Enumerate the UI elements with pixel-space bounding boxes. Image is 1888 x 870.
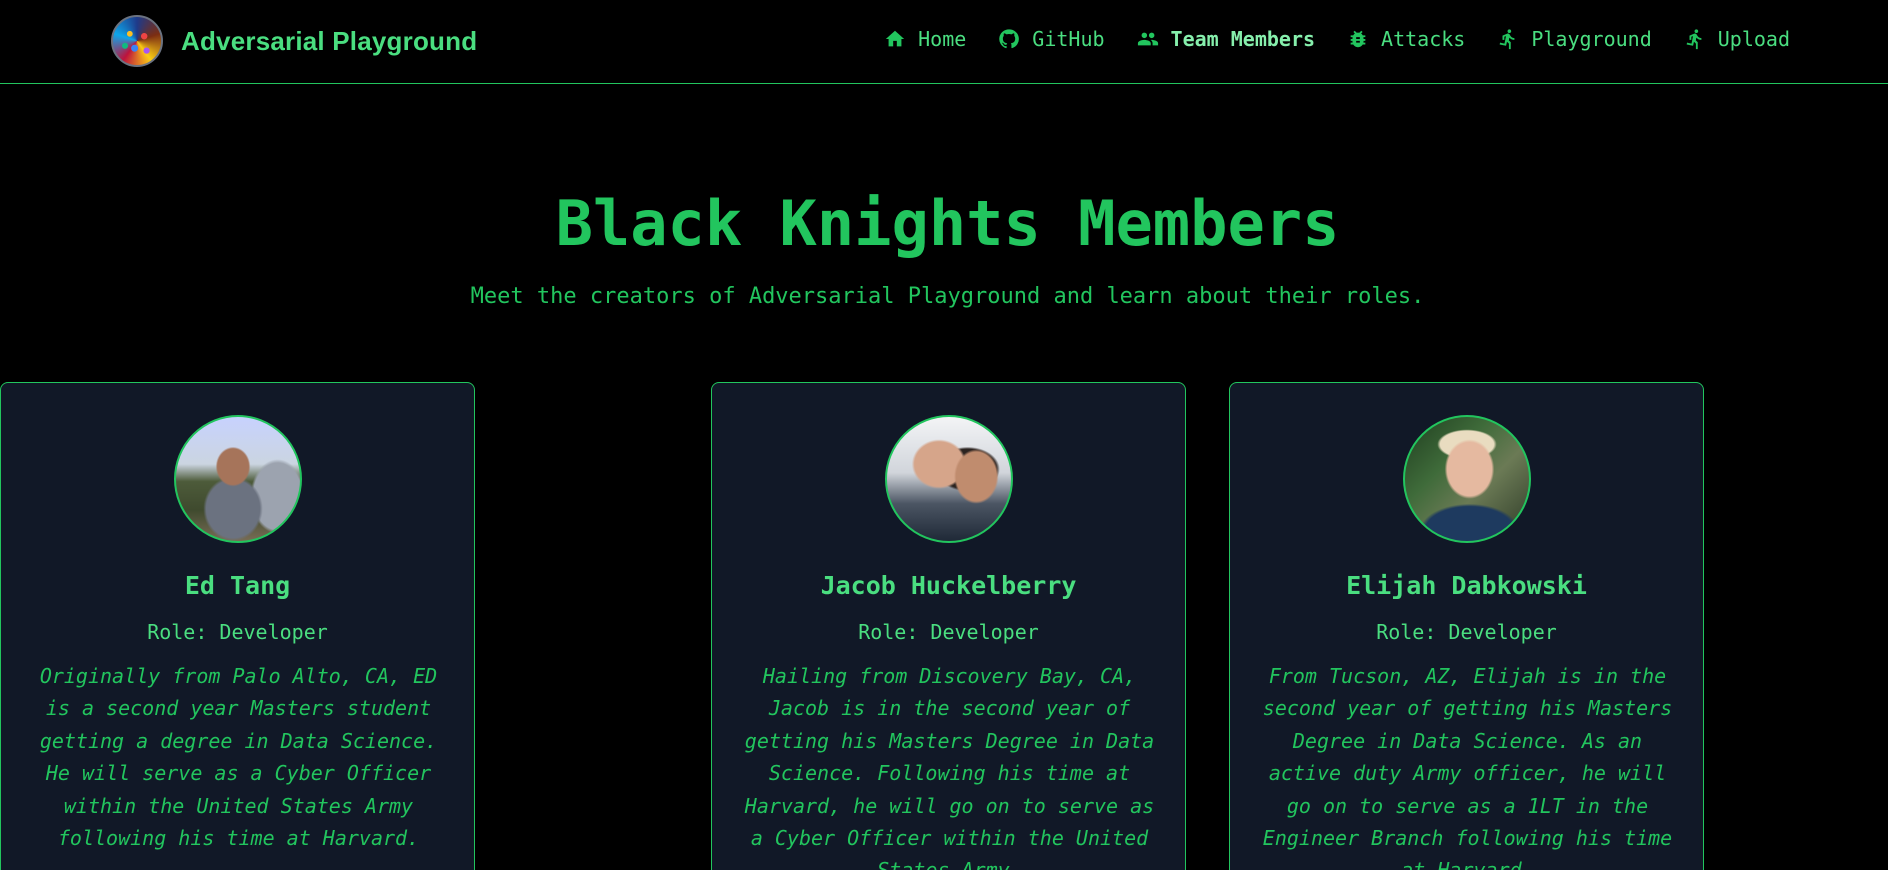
nav-attacks-label: Attacks [1381,27,1466,51]
home-icon [885,30,905,47]
page-title: Black Knights Members [555,187,1340,260]
bug-icon [1350,30,1366,48]
page-subtitle: Meet the creators of Adversarial Playgro… [470,284,1425,309]
brand-link[interactable]: Adversarial Playground [111,15,477,67]
nav-playground-label: Playground [1531,27,1652,51]
nav-attacks-link[interactable]: Attacks [1347,27,1465,51]
nav-github-link[interactable]: GitHub [998,27,1105,51]
member-role: Role: Developer [1376,620,1557,644]
member-name: Elijah Dabkowski [1346,571,1587,600]
member-name: Jacob Huckelberry [820,571,1077,600]
running-person-icon [1499,29,1515,50]
top-navbar: Adversarial Playground Home GitHub Team … [0,0,1888,84]
nav-github-label: GitHub [1032,27,1105,51]
member-role: Role: Developer [147,620,328,644]
member-avatar [1403,415,1531,543]
member-card: Ed Tang Role: Developer Originally from … [0,382,475,870]
nav-team-members-link[interactable]: Team Members [1137,27,1316,51]
member-card: Jacob Huckelberry Role: Developer Hailin… [711,382,1186,870]
nav-upload-label: Upload [1717,27,1790,51]
nav-home-label: Home [918,27,967,51]
running-person-icon [1686,29,1702,50]
member-avatar [174,415,302,543]
member-bio: Originally from Palo Alto, CA, ED is a s… [39,664,438,851]
member-bio: Hailing from Discovery Bay, CA, Jacob is… [744,664,1155,870]
nav-team-members-label: Team Members [1170,27,1316,51]
playground-logo-icon [111,15,163,67]
member-avatar [885,415,1013,543]
member-card: Elijah Dabkowski Role: Developer From Tu… [1229,382,1704,870]
brand-title: Adversarial Playground [181,25,478,56]
member-name: Ed Tang [184,571,291,600]
users-icon [1137,32,1158,46]
nav-home-link[interactable]: Home [884,27,966,51]
nav-links: Home GitHub Team Members Attacks Playgro… [852,27,1790,51]
nav-playground-link[interactable]: Playground [1497,27,1652,51]
member-bio: From Tucson, AZ, Elijah is in the second… [1262,664,1673,870]
nav-upload-link[interactable]: Upload [1684,27,1790,51]
member-role: Role: Developer [858,620,1039,644]
github-icon [999,29,1020,49]
